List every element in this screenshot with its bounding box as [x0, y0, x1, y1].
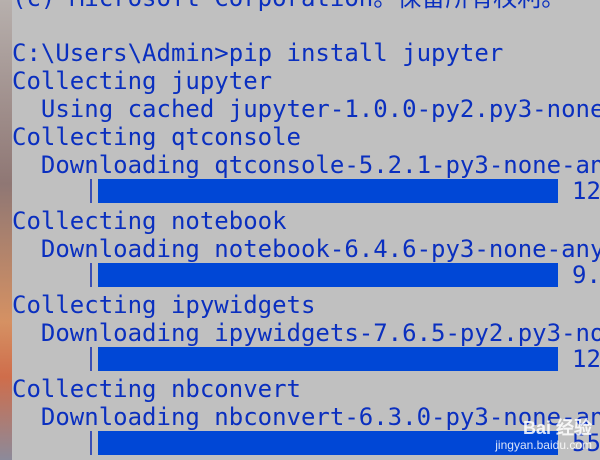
collecting-qtconsole-line: Collecting qtconsole	[12, 123, 301, 151]
watermark-url: jingyan.baidu.com	[495, 438, 592, 452]
watermark-brand: Bai 经验	[522, 418, 592, 438]
collecting-nbconvert-line: Collecting nbconvert	[12, 375, 301, 403]
progress-pipe	[90, 431, 92, 455]
progress-bar-qtconsole	[98, 179, 558, 203]
progress-pipe	[90, 179, 92, 203]
collecting-notebook-line: Collecting notebook	[12, 207, 287, 235]
progress-pipe	[90, 263, 92, 287]
progress-label-ipywidgets: 12	[572, 345, 600, 373]
progress-bar-ipywidgets	[98, 347, 558, 371]
downloading-ipywidgets-line: Downloading ipywidgets-7.6.5-py2.py3-non	[12, 319, 600, 347]
background-strip	[0, 0, 12, 460]
progress-label-notebook: 9.	[572, 261, 600, 289]
collecting-jupyter-line: Collecting jupyter	[12, 67, 273, 95]
progress-bar-nbconvert	[98, 431, 558, 455]
progress-label-qtconsole: 12	[572, 177, 600, 205]
watermark: Bai 经验 jingyan.baidu.com	[495, 418, 592, 452]
terminal-window[interactable]: (c) Microsoft Corporation。保留所有权利。 C:\Use…	[12, 0, 600, 460]
progress-bar-notebook	[98, 263, 558, 287]
copyright-line: (c) Microsoft Corporation。保留所有权利。	[12, 0, 565, 12]
collecting-ipywidgets-line: Collecting ipywidgets	[12, 291, 316, 319]
downloading-notebook-line: Downloading notebook-6.4.6-py3-none-any.	[12, 235, 600, 263]
downloading-qtconsole-line: Downloading qtconsole-5.2.1-py3-none-any	[12, 151, 600, 179]
progress-pipe	[90, 347, 92, 371]
command-line: C:\Users\Admin>pip install jupyter	[12, 39, 504, 67]
using-cached-jupyter-line: Using cached jupyter-1.0.0-py2.py3-none-	[12, 95, 600, 123]
